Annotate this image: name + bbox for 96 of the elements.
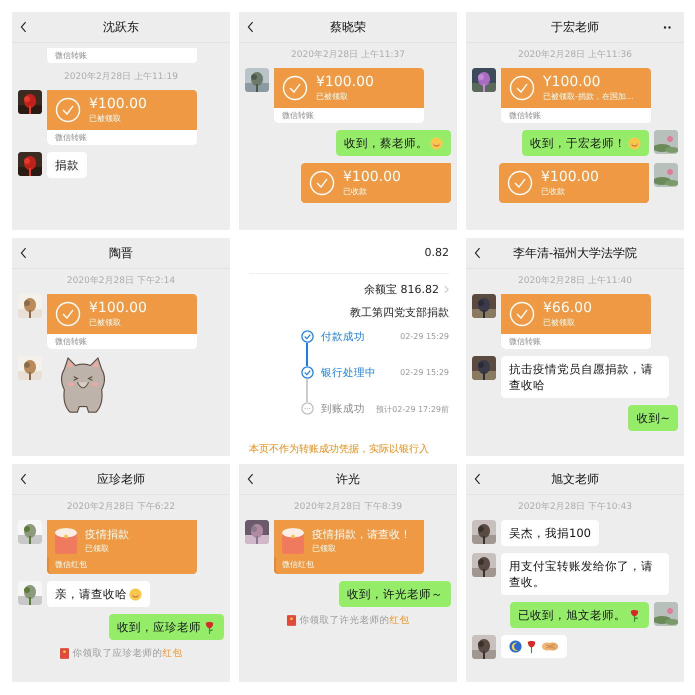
timestamp: 2020年2月28日 下午2:14 [66,274,176,287]
warning-text: 本页不作为转账成功凭据，实际以银行入 [249,442,430,456]
card-footer-label: 微信转账 [501,108,651,123]
notice-text: 你领取了应珍老师的红包 [72,647,182,660]
message-bubble: 用支付宝转账发给你了，请查收。 [501,553,669,596]
message-bubble: 收到，许光老师～ [339,581,451,608]
transfer-card[interactable]: ¥100.00 已收款 [499,163,649,204]
step-time: 02-29 15:29 [400,367,449,377]
check-circle-icon [509,75,535,101]
payment-source: 余额宝 816.82 [364,282,439,297]
moon-icon [509,640,522,654]
card-footer-label: 微信红包 [281,559,315,571]
transfer-status: 已被领取 [316,91,349,102]
check-circle-icon [282,75,308,101]
transfer-amount: ¥100.00 [89,300,147,316]
transfer-status: 已收款 [343,186,368,198]
transfer-status: 已收款 [541,186,566,198]
smiley-icon [430,136,443,150]
message-bubble: 收到~ [628,405,678,432]
message-bubble: 捐款 [47,152,87,178]
message-bubble: 收到，蔡老师。 [336,130,451,156]
back-icon[interactable] [20,21,27,33]
envelope-status: 已领取 [85,543,110,554]
transfer-status: 已被领取 [543,317,576,328]
rose-icon [203,620,216,634]
gift-envelope-card[interactable]: 疫情捐款 已领取 微信红包 [47,520,197,574]
check-circle-icon [55,301,81,327]
message-bubble: 亲，请查收哈 [47,581,150,608]
timestamp: 2020年2月28日 下午10:43 [518,500,632,513]
envelope-title: 疫情捐款 [85,527,129,542]
amount-text: 0.82 [424,246,449,259]
message-bubble: 抗击疫情党员自愿捐款，请查收哈 [501,356,669,398]
back-icon[interactable] [247,473,254,485]
transfer-amount: Y100.00 [543,74,602,90]
transfer-card-footer: 微信转账 [47,48,197,63]
timestamp: 2020年2月28日 上午11:37 [291,48,405,61]
envelope-mini-icon [60,648,68,660]
chat-title: 蔡晓荣 [329,18,367,36]
envelope-title: 疫情捐款，请查收！ [312,527,411,542]
smiley-icon [628,136,641,150]
transfer-amount: ¥100.00 [541,169,599,186]
timestamp: 2020年2月28日 下午6:22 [66,500,176,513]
rose-icon [525,640,538,654]
step-time: 02-29 15:29 [400,331,449,341]
notice-text: 你领取了许光老师的红包 [300,614,410,628]
chat-title: 李年清-福州大学法学院 [512,244,638,262]
back-icon[interactable] [20,247,27,259]
chat-title: 旭文老师 [550,470,600,488]
transfer-amount: ¥100.00 [316,74,374,90]
step-label: 银行处理中 [321,366,377,380]
message-bubble: 收到，应珍老师 [109,614,224,640]
message-bubble: 吴杰，我捐100 [501,520,599,546]
transfer-status: 已被领取-捐款，在国加... [543,91,634,102]
timestamp: 2020年2月28日 上午11:40 [518,274,632,287]
chat-title: 陶晋 [108,244,134,262]
envelope-mini-icon [286,615,296,626]
transfer-card[interactable]: ¥100.00 已收款 [301,163,451,204]
envelope-icon [55,528,77,554]
card-footer-label: 微信转账 [501,334,651,349]
chat-title: 于宏老师 [550,18,600,36]
chat-title: 应珍老师 [96,470,146,488]
card-footer-label: 微信转账 [274,108,424,123]
check-circle-icon [55,97,81,123]
envelope-link[interactable]: 红包 [390,615,410,626]
chat-title: 沈跃东 [102,18,140,36]
envelope-status: 已领取 [312,543,337,554]
back-icon[interactable] [474,473,481,485]
rose-icon [628,608,641,622]
chat-title: 许光 [335,470,361,488]
step-time: 预计02-29 17:29前 [376,404,449,415]
timestamp: 2020年2月28日 上午11:36 [518,48,632,61]
timestamp: 2020年2月28日 下午8:39 [294,500,402,513]
transfer-amount: ¥66.00 [543,300,592,316]
step-label: 付款成功 [321,330,366,344]
step-label: 到账成功 [321,402,366,416]
transfer-status: 已被领取 [89,317,122,328]
envelope-link[interactable]: 红包 [162,648,182,660]
transfer-memo: 教工第四党支部捐款 [350,305,449,320]
back-icon[interactable] [20,473,27,485]
check-circle-icon [507,170,533,196]
timestamp: 2020年2月28日 上午11:19 [64,70,178,83]
check-circle-icon [509,301,535,327]
gift-envelope-card[interactable]: 疫情捐款，请查收！ 已领取 微信红包 [274,520,424,574]
transfer-status: 已被领取 [89,113,122,124]
card-footer-label: 微信转账 [47,334,197,349]
check-circle-icon [309,170,335,196]
card-footer-label: 微信红包 [54,559,88,571]
back-icon[interactable] [474,247,481,259]
card-footer-label: 微信转账 [47,130,197,145]
envelope-icon [282,528,304,554]
message-bubble: 已收到，旭文老师。 [510,602,649,628]
transfer-amount: ¥100.00 [343,169,401,186]
transfer-amount: ¥100.00 [89,96,147,112]
back-icon[interactable] [247,21,254,33]
message-bubble: 收到，于宏老师！ [522,130,649,156]
smiley-icon [129,588,142,601]
